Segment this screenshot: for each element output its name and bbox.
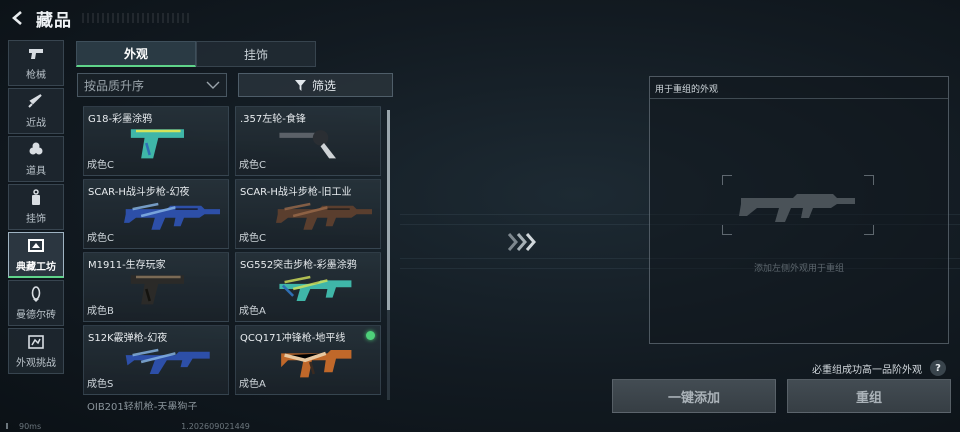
help-text: 必重组成功高一品阶外观 — [812, 364, 922, 376]
item-grade: 成色B — [87, 306, 114, 317]
skin-grid: G18-彩墨涂鸦 成色C .357左轮-食锋 成色C SCAR-H战斗步枪-幻夜 成色C S… — [83, 106, 383, 406]
skin-card[interactable]: M1911-生存玩家 成色B — [83, 252, 229, 322]
status-bar: 90ms 1.202609021449 — [0, 420, 400, 432]
pistol-icon — [130, 129, 184, 159]
title-decoration — [82, 13, 192, 23]
help-icon-label: ? — [935, 362, 941, 374]
recombine-label: 重组 — [855, 390, 882, 406]
grid-scrollbar[interactable] — [387, 110, 390, 400]
skin-card[interactable]: .357左轮-食锋 成色C — [235, 106, 381, 176]
sidebar-item-label: 外观挑战 — [16, 358, 56, 369]
collection-tabs: 外观 挂饰 — [76, 41, 316, 67]
skin-card[interactable]: QCQ171冲锋枪-地平线 成色A — [235, 325, 381, 395]
sidebar-item-label: 曼德尔砖 — [16, 310, 56, 321]
new-indicator-dot — [366, 331, 375, 340]
brick-icon — [31, 286, 41, 302]
item-grade: 成色C — [87, 160, 114, 171]
item-grade: 成色A — [239, 379, 266, 390]
workshop-icon — [28, 238, 44, 252]
revolver-icon — [279, 130, 336, 159]
add-all-button[interactable]: 一键添加 — [612, 379, 776, 413]
back-button[interactable] — [8, 8, 28, 28]
knife-icon — [28, 94, 42, 108]
tab-label: 外观 — [123, 47, 148, 61]
rifle-placeholder-icon — [739, 194, 855, 222]
rifle-icon — [124, 202, 220, 230]
filter-button[interactable]: 筛选 — [238, 73, 393, 97]
sort-value: 按品质升序 — [84, 78, 145, 93]
ping-text: 90ms — [19, 421, 42, 431]
signal-icon — [6, 423, 14, 429]
tab-label: 挂饰 — [243, 47, 268, 62]
scroll-thumb[interactable] — [387, 110, 390, 310]
skin-card[interactable]: S12K霰弹枪-幻夜 成色S — [83, 325, 229, 395]
sidebar-item-grenade[interactable]: 道具 — [8, 136, 64, 182]
skin-card[interactable]: SCAR-H战斗步枪-幻夜 成色C — [83, 179, 229, 249]
skin-card[interactable]: SCAR-H战斗步枪-旧工业 成色C — [235, 179, 381, 249]
category-sidebar: 枪械近战道具挂饰典藏工坊曼德尔砖外观挑战 — [8, 40, 64, 376]
build-text: 1.202609021449 — [181, 421, 250, 431]
pistol-icon — [130, 275, 184, 305]
help-row: 必重组成功高一品阶外观 ? — [812, 360, 946, 376]
sidebar-item-label: 典藏工坊 — [16, 261, 56, 273]
add-all-label: 一键添加 — [667, 390, 720, 406]
sidebar-item-label: 道具 — [26, 166, 46, 177]
sidebar-item-label: 近战 — [26, 118, 46, 129]
back-arrow-icon — [12, 11, 22, 25]
smg-icon — [281, 350, 352, 378]
sidebar-item-workshop[interactable]: 典藏工坊 — [8, 232, 64, 278]
sidebar-item-brick[interactable]: 曼德尔砖 — [8, 280, 64, 326]
skin-card[interactable]: SG552突击步枪-彩墨涂鸦 成色A — [235, 252, 381, 322]
panel-title: 用于重组的外观 — [650, 77, 948, 99]
shotgun-icon — [125, 348, 210, 374]
recombine-button[interactable]: 重组 — [787, 379, 951, 413]
page-title: 藏品 — [36, 10, 72, 31]
item-grade: 成色S — [87, 379, 114, 390]
sidebar-item-charm[interactable]: 挂饰 — [8, 184, 64, 230]
sidebar-item-pistol[interactable]: 枪械 — [8, 40, 64, 86]
pistol-icon — [29, 49, 43, 59]
rifle-icon — [276, 202, 372, 230]
item-grade: 成色C — [239, 233, 266, 244]
item-grade: 成色C — [239, 160, 266, 171]
sidebar-item-label: 枪械 — [26, 70, 46, 81]
partial-list-item[interactable]: QJB201轻机枪-天墨狗子 — [83, 398, 383, 410]
grenade-icon — [29, 142, 43, 155]
panel-hint: 添加左侧外观用于重组 — [753, 264, 844, 274]
charm-icon — [32, 189, 40, 205]
tab-charms[interactable]: 挂饰 — [196, 41, 316, 67]
sidebar-item-challenge[interactable]: 外观挑战 — [8, 328, 64, 374]
sort-dropdown[interactable]: 按品质升序 — [77, 73, 227, 97]
sidebar-item-knife[interactable]: 近战 — [8, 88, 64, 134]
chevron-down-icon — [206, 81, 220, 89]
help-icon[interactable]: ? — [930, 360, 946, 376]
carbine-icon — [279, 275, 352, 301]
tab-appearance[interactable]: 外观 — [76, 41, 196, 67]
recombine-slot[interactable] — [722, 175, 874, 235]
filter-icon — [294, 79, 306, 91]
recombine-panel: 用于重组的外观 添加左侧外观用于重组 — [649, 76, 949, 344]
sidebar-item-label: 挂饰 — [26, 214, 46, 225]
transfer-arrows-icon — [508, 232, 536, 252]
header: 藏品 — [0, 0, 400, 36]
filter-label: 筛选 — [311, 78, 336, 93]
item-grade: 成色C — [87, 233, 114, 244]
skin-card[interactable]: G18-彩墨涂鸦 成色C — [83, 106, 229, 176]
challenge-icon — [28, 335, 44, 349]
item-grade: 成色A — [239, 306, 266, 317]
item-name: QJB201轻机枪-天墨狗子 — [87, 402, 198, 410]
